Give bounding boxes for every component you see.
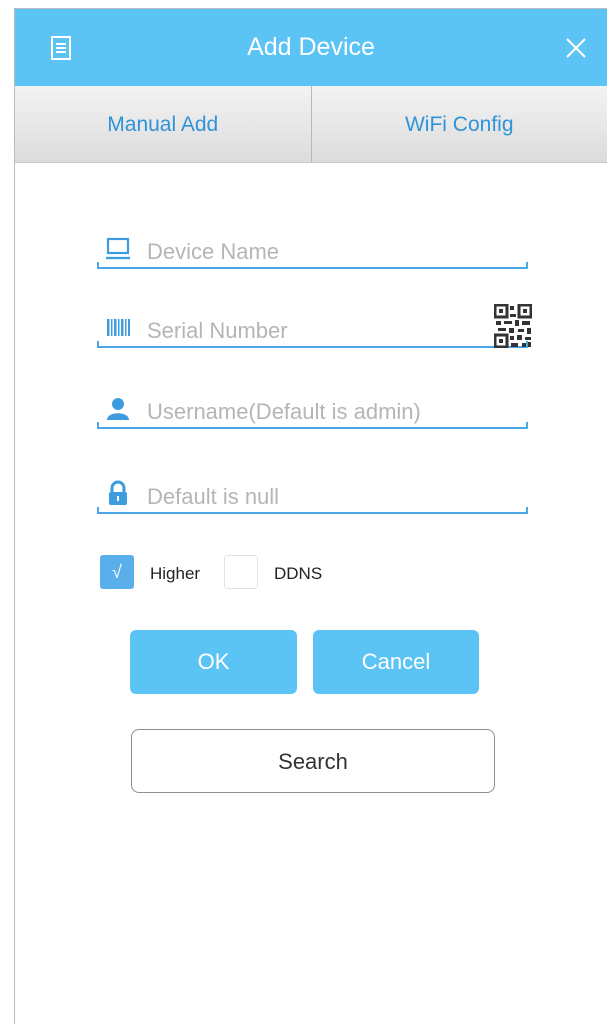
device-name-placeholder: Device Name (147, 239, 280, 264)
higher-checkbox[interactable]: √ (100, 555, 134, 589)
document-list-icon[interactable] (51, 36, 71, 60)
barcode-icon (107, 319, 130, 336)
serial-number-field[interactable]: Serial Number (97, 304, 532, 348)
tab-manual-add[interactable]: Manual Add (15, 86, 312, 163)
username-field[interactable]: Username(Default is admin) (97, 387, 528, 429)
password-field[interactable]: Default is null (97, 472, 528, 514)
user-icon (107, 398, 129, 420)
add-device-window: Add Device Manual Add WiFi Config Device… (14, 8, 607, 1024)
qr-code-icon[interactable] (494, 304, 532, 348)
higher-label: Higher (150, 564, 201, 583)
cancel-button[interactable]: Cancel (313, 630, 479, 694)
page-title: Add Device (247, 33, 375, 61)
title-bar: Add Device (15, 9, 607, 86)
ok-button[interactable]: OK (130, 630, 297, 694)
lock-icon (109, 480, 127, 505)
password-placeholder: Default is null (147, 484, 280, 509)
tab-wifi-config[interactable]: WiFi Config (311, 86, 607, 163)
tab-bar: Manual Add WiFi Config (15, 86, 607, 163)
device-name-field[interactable]: Device Name (97, 227, 528, 269)
username-placeholder: Username(Default is admin) (147, 399, 421, 424)
close-icon[interactable] (565, 37, 587, 59)
ddns-label: DDNS (274, 564, 323, 583)
search-button[interactable]: Search (131, 729, 495, 793)
ddns-checkbox[interactable] (224, 555, 258, 589)
monitor-icon (106, 237, 130, 260)
serial-number-placeholder: Serial Number (147, 318, 288, 343)
